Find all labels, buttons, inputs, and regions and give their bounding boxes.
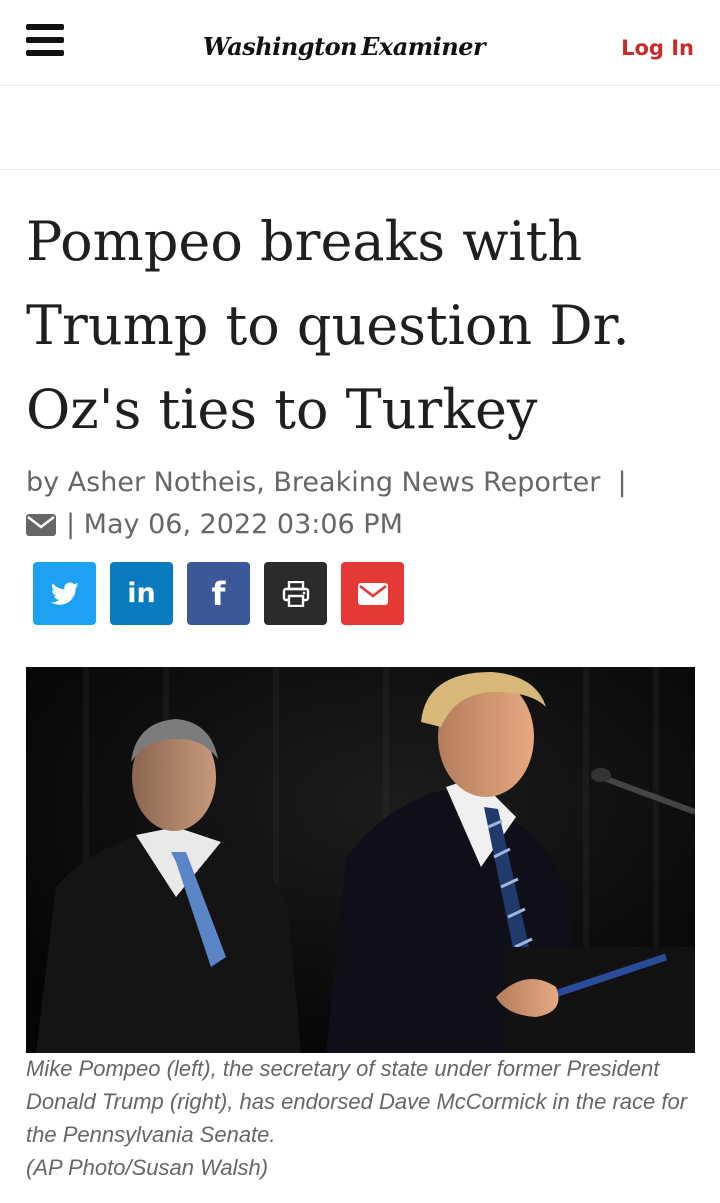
site-header: Washington Examiner Log In (0, 0, 720, 86)
headline-line: Oz's ties to Turkey (26, 378, 538, 441)
twitter-icon (50, 581, 79, 605)
facebook-share-button[interactable]: f (187, 562, 250, 625)
headline-line: Trump to question Dr. (26, 294, 630, 357)
linkedin-share-button[interactable]: in (110, 562, 173, 625)
linkedin-icon: in (127, 578, 156, 609)
date-line: | May 06, 2022 03:06 PM (26, 504, 686, 546)
author-line[interactable]: by Asher Notheis, Breaking News Reporter… (26, 462, 686, 504)
logo-text-left: Washington (202, 31, 358, 61)
share-bar: in f (33, 562, 404, 625)
menu-bar (26, 37, 64, 43)
photo-illustration (26, 667, 695, 1053)
print-icon (282, 580, 309, 607)
byline: by Asher Notheis, Breaking News Reporter… (26, 462, 686, 546)
ad-placeholder (0, 86, 720, 170)
envelope-icon (357, 582, 388, 605)
facebook-icon: f (211, 574, 226, 613)
hamburger-menu-icon[interactable] (26, 24, 64, 56)
login-link[interactable]: Log In (621, 36, 694, 60)
publish-date: | May 06, 2022 03:06 PM (66, 509, 403, 540)
menu-bar (26, 24, 64, 30)
caption-line: the Pennsylvania Senate. (26, 1122, 276, 1147)
print-button[interactable] (264, 562, 327, 625)
logo-text-right: Examiner (361, 31, 486, 61)
envelope-icon[interactable] (26, 514, 56, 536)
email-share-button[interactable] (341, 562, 404, 625)
caption-line: Mike Pompeo (left), the secretary of sta… (26, 1056, 660, 1081)
caption-line: Donald Trump (right), has endorsed Dave … (26, 1089, 688, 1114)
site-logo[interactable]: Washington Examiner (203, 26, 486, 66)
article-headline: Pompeo breaks with Trump to question Dr.… (26, 200, 686, 452)
photo-caption: Mike Pompeo (left), the secretary of sta… (26, 1052, 694, 1184)
twitter-share-button[interactable] (33, 562, 96, 625)
photo-credit: (AP Photo/Susan Walsh) (26, 1155, 269, 1180)
headline-line: Pompeo breaks with (26, 210, 583, 273)
article-photo[interactable] (26, 667, 695, 1053)
menu-bar (26, 50, 64, 56)
